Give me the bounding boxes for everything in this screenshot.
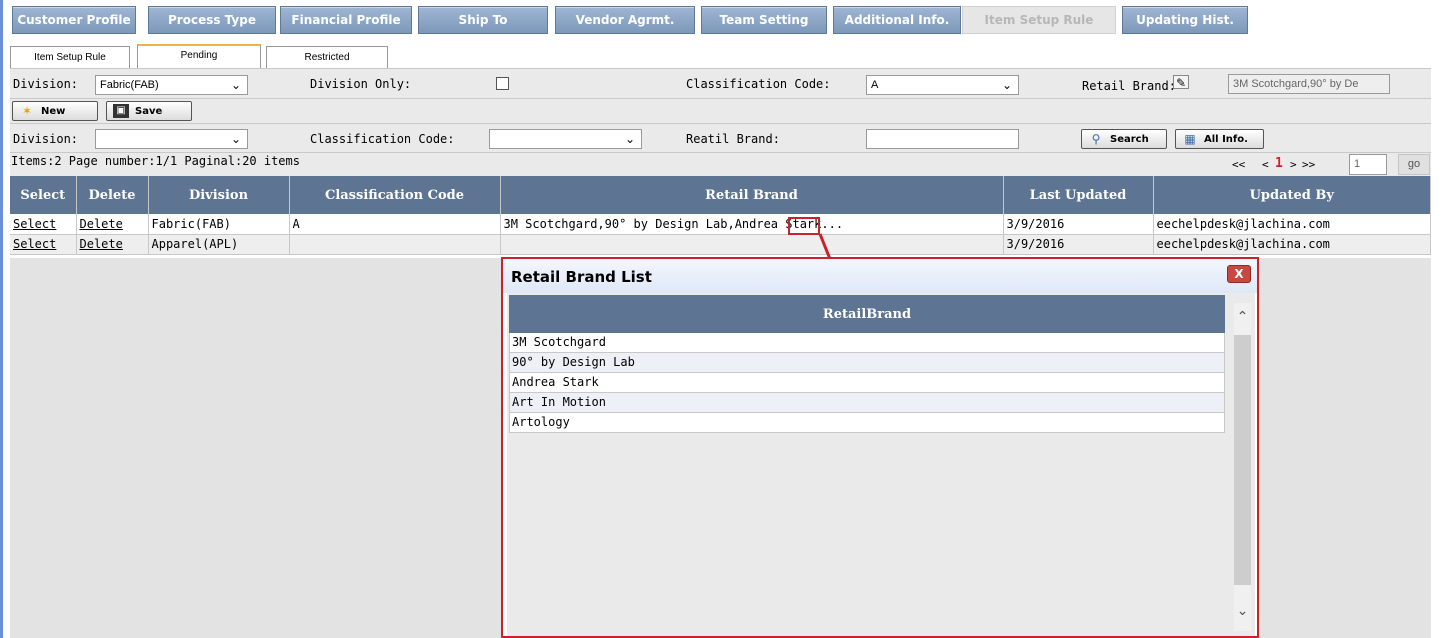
division-cell: Apparel(APL) [148,234,290,255]
floppy-disk-icon: ▣ [113,104,129,118]
search-retail-brand-input[interactable] [866,129,1019,149]
search-division-select[interactable]: ⌄ [95,129,248,149]
chevron-down-icon: ⌄ [230,78,241,92]
column-header-updated-by: Updated By [1153,176,1431,214]
list-item[interactable]: Artology [509,413,1225,433]
tab-restricted[interactable]: Restricted [266,46,388,68]
dialog-scrollbar[interactable]: ⌃ ⌄ [1234,303,1251,631]
nav-customer-profile[interactable]: Customer Profile [12,6,136,34]
paging-row: Items:2 Page number:1/1 Paginal:20 items… [10,152,1431,176]
setup-rule-table: Select Delete Division Classification Co… [10,176,1431,255]
retail-brand-list-dialog: Retail Brand List X RetailBrand 3M Scotc… [501,257,1259,638]
all-info-button[interactable]: ▦ All Info. [1175,129,1264,149]
scrollbar-thumb[interactable] [1234,335,1251,585]
division-only-checkbox[interactable] [496,77,509,90]
prev-page-link[interactable]: < [1262,158,1269,171]
new-button[interactable]: ✶ New [12,101,98,121]
chevron-up-icon[interactable]: ⌃ [1234,309,1251,331]
list-item[interactable]: 90° by Design Lab [509,353,1225,373]
delete-link[interactable]: Delete [76,214,149,235]
table-row: Select Delete Fabric(FAB) A 3M Scotchgar… [10,214,1431,235]
column-header-delete: Delete [76,176,149,214]
retail-brand-cell[interactable] [500,234,1004,255]
classification-code-cell [289,234,501,255]
nav-process-type[interactable]: Process Type [148,6,276,34]
select-link[interactable]: Select [10,214,77,235]
column-header-division: Division [148,176,290,214]
nav-team-setting[interactable]: Team Setting [701,6,827,34]
tab-item-setup-rule[interactable]: Item Setup Rule [10,46,130,68]
chevron-down-icon: ⌄ [624,132,635,146]
dialog-title-bar: Retail Brand List X [503,259,1257,293]
classification-code-select-value: A [871,79,879,91]
nav-additional-info[interactable]: Additional Info. [833,6,961,34]
dialog-body: RetailBrand 3M Scotchgard 90° by Design … [507,293,1255,636]
retail-brand-column-header: RetailBrand [509,295,1225,333]
retail-brand-cell[interactable]: 3M Scotchgard,90° by Design Lab,Andrea S… [500,214,1004,235]
new-button-label: New [41,105,66,117]
search-classification-code-select[interactable]: ⌄ [489,129,642,149]
retail-brand-label: Retail Brand: [1082,79,1176,93]
division-cell: Fabric(FAB) [148,214,290,235]
paging-summary: Items:2 Page number:1/1 Paginal:20 items [11,154,300,168]
retail-brand-field[interactable]: 3M Scotchgard,90° by De [1228,74,1390,94]
star-icon: ✶ [21,104,33,118]
nav-item-setup-rule[interactable]: Item Setup Rule [962,6,1116,34]
delete-link[interactable]: Delete [76,234,149,255]
search-button[interactable]: ⚲ Search [1081,129,1167,149]
chevron-down-icon[interactable]: ⌄ [1234,603,1251,625]
classification-code-select[interactable]: A ⌄ [866,75,1019,95]
column-header-retail-brand: Retail Brand [500,176,1004,214]
nav-updating-history[interactable]: Updating Hist. [1122,6,1248,34]
tab-pending[interactable]: Pending [137,44,261,68]
filter-row-edit: Division: Fabric(FAB) ⌄ Division Only: C… [10,68,1431,98]
go-button[interactable]: go [1398,154,1430,175]
division-select[interactable]: Fabric(FAB) ⌄ [95,75,248,95]
updated-by-cell: eechelpdesk@jlachina.com [1153,214,1431,235]
list-item[interactable]: Andrea Stark [509,373,1225,393]
page-number-input[interactable]: 1 [1349,154,1387,175]
search-row: Division: ⌄ Classification Code: ⌄ Reati… [10,123,1431,152]
dialog-title: Retail Brand List [511,268,652,286]
last-updated-cell: 3/9/2016 [1003,214,1154,235]
classification-code-cell: A [289,214,501,235]
chevron-down-icon: ⌄ [230,132,241,146]
column-header-last-updated: Last Updated [1003,176,1154,214]
window-edge [0,0,3,638]
save-button-label: Save [135,105,163,117]
action-row: ✶ New ▣ Save [10,98,1431,123]
list-item[interactable]: Art In Motion [509,393,1225,413]
division-label: Division: [13,77,79,91]
close-icon[interactable]: X [1227,265,1251,283]
all-info-button-label: All Info. [1204,133,1248,145]
updated-by-cell: eechelpdesk@jlachina.com [1153,234,1431,255]
first-page-link[interactable]: << [1232,158,1245,171]
search-division-label: Division: [13,132,79,146]
last-page-link[interactable]: >> [1302,158,1315,171]
classification-code-label: Classification Code: [686,77,831,91]
list-item[interactable]: 3M Scotchgard [509,333,1225,353]
nav-vendor-agreement[interactable]: Vendor Agrmt. [555,6,695,34]
current-page: 1 [1275,156,1283,171]
table-header-row: Select Delete Division Classification Co… [10,176,1431,214]
search-button-label: Search [1110,133,1149,145]
division-only-label: Division Only: [310,77,412,91]
chevron-down-icon: ⌄ [1001,78,1012,92]
last-updated-cell: 3/9/2016 [1003,234,1154,255]
edit-icon[interactable]: ✎ [1173,75,1189,90]
search-classification-code-label: Classification Code: [310,132,455,146]
table-row: Select Delete Apparel(APL) 3/9/2016 eech… [10,234,1431,255]
search-retail-brand-label: Reatil Brand: [686,132,780,146]
column-header-classification-code: Classification Code [289,176,501,214]
save-button[interactable]: ▣ Save [106,101,192,121]
grid-icon: ▦ [1184,132,1196,146]
division-select-value: Fabric(FAB) [100,79,159,91]
select-link[interactable]: Select [10,234,77,255]
nav-ship-to[interactable]: Ship To [418,6,548,34]
magnifier-icon: ⚲ [1091,132,1101,146]
nav-financial-profile[interactable]: Financial Profile [280,6,412,34]
column-header-select: Select [10,176,77,214]
next-page-link[interactable]: > [1290,158,1297,171]
